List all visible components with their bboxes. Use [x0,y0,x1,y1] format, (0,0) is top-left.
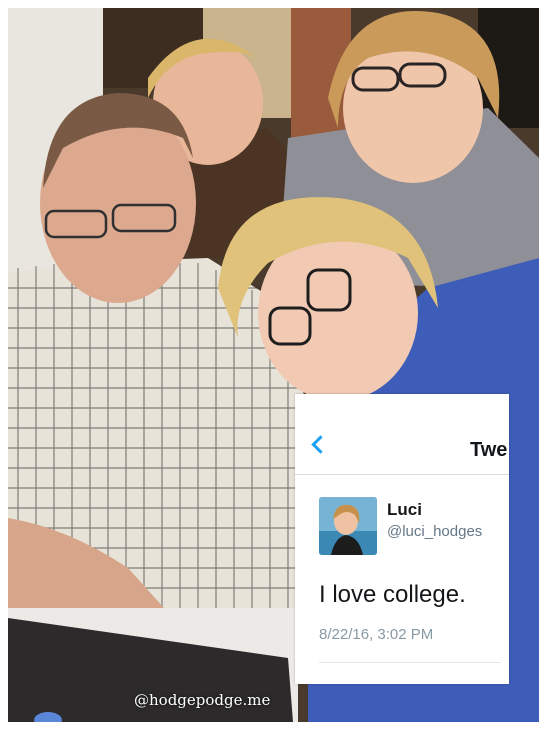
avatar[interactable] [319,497,377,555]
watermark: @hodgepodge.me [134,691,271,709]
tweet-timestamp: 8/22/16, 3:02 PM [319,626,434,643]
back-chevron-icon[interactable] [311,435,330,454]
display-name[interactable]: Luci [387,500,422,520]
user-handle[interactable]: @luci_hodges [387,523,482,540]
tweet-text: I love college. [319,581,466,608]
nav-title: Twe [470,439,508,461]
card-divider [319,662,501,663]
photo-frame: Twe Luci @luci_hodges I love college. 8/… [8,8,539,722]
avatar-photo [319,497,377,555]
nav-divider [295,474,509,475]
tweet-card: Twe Luci @luci_hodges I love college. 8/… [295,394,509,684]
